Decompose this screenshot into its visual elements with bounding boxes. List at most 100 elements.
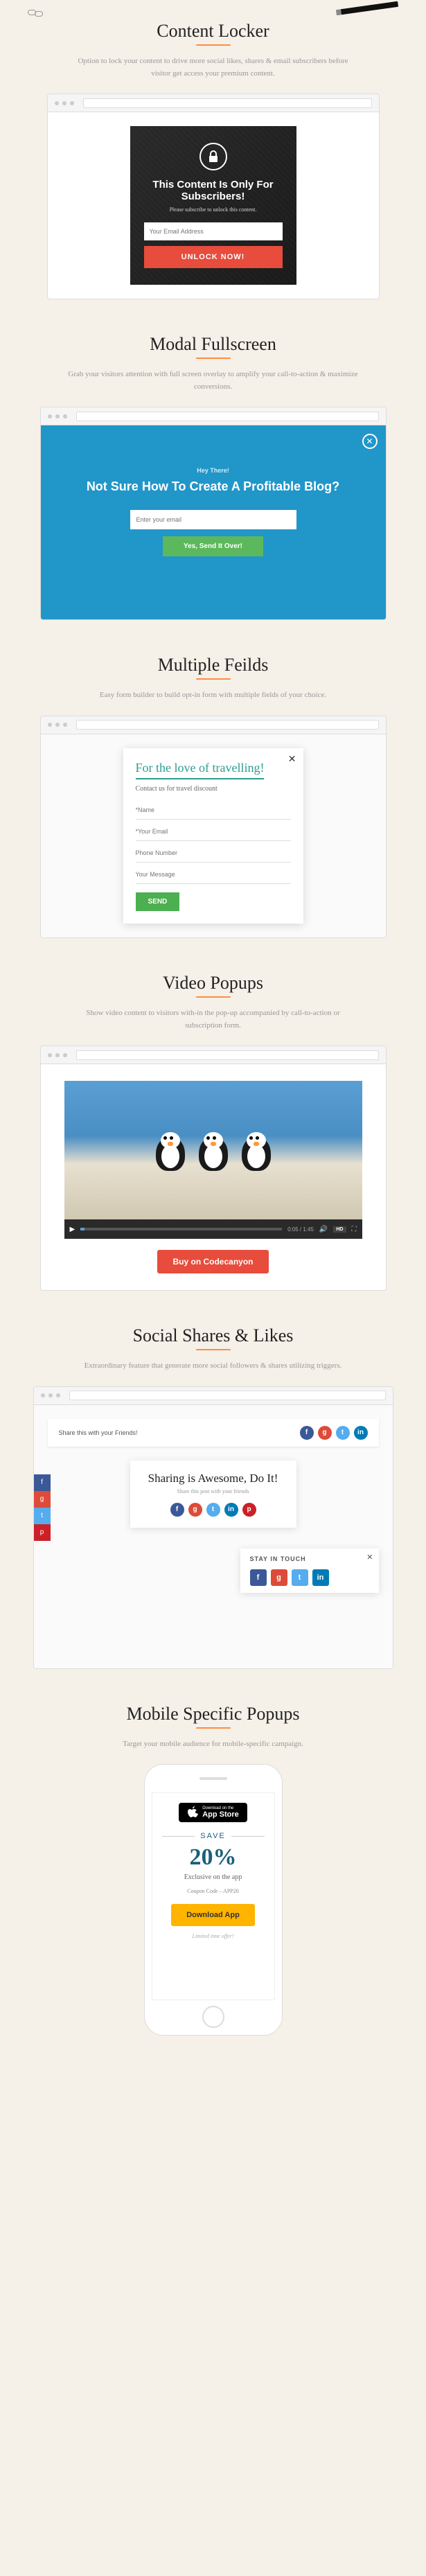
stay-title: STAY IN TOUCH: [250, 1555, 369, 1562]
download-button[interactable]: Download App: [171, 1904, 255, 1926]
email-input[interactable]: [144, 222, 283, 240]
section-title: Content Locker: [21, 21, 405, 42]
pinterest-icon[interactable]: p: [242, 1503, 256, 1517]
phone-speaker: [199, 1777, 227, 1780]
twitter-tab[interactable]: t: [34, 1508, 51, 1524]
unlock-button[interactable]: UNLOCK NOW!: [144, 246, 283, 268]
browser-mockup: ▲ ✕ For the love of travelling! Contact …: [40, 716, 387, 938]
content-locker-panel: This Content Is Only For Subscribers! Pl…: [130, 126, 296, 285]
section-title: Mobile Specific Popups: [21, 1704, 405, 1724]
facebook-tab[interactable]: f: [34, 1474, 51, 1491]
twitter-icon[interactable]: t: [206, 1503, 220, 1517]
section-description: Easy form builder to build opt-in form w…: [68, 689, 359, 702]
url-bar: [76, 1050, 379, 1060]
pinterest-tab[interactable]: p: [34, 1524, 51, 1541]
contact-form-popup: ✕ For the love of travelling! Contact us…: [123, 748, 303, 924]
share-card-subtitle: Share this post with your friends: [141, 1488, 285, 1494]
browser-mockup: ▶ 0:05 / 1:45 🔊 HD ⛶ Buy on Codecanyon: [40, 1046, 387, 1291]
url-bar: [76, 720, 379, 730]
browser-mockup: Share this with your Friends! f g t in f…: [33, 1386, 393, 1669]
discount-percentage: 20%: [162, 1844, 265, 1871]
video-time: 0:05 / 1:45: [287, 1226, 314, 1233]
pen-decoration: [336, 1, 398, 15]
browser-bar: [41, 716, 386, 734]
paper-clips-decoration: [28, 10, 48, 18]
url-bar: [69, 1391, 386, 1400]
video-controls: ▶ 0:05 / 1:45 🔊 HD ⛶: [64, 1219, 362, 1239]
fullscreen-icon[interactable]: ⛶: [352, 1226, 357, 1233]
facebook-icon[interactable]: f: [300, 1426, 314, 1440]
section-title: Video Popups: [21, 973, 405, 994]
section-description: Option to lock your content to drive mor…: [68, 55, 359, 80]
browser-mockup: ✕ Hey There! Not Sure How To Create A Pr…: [40, 407, 387, 620]
penguin-graphic: [199, 1129, 228, 1171]
title-underline: [196, 44, 231, 46]
limited-offer-text: Limited time offer!: [162, 1933, 265, 1939]
coupon-code: Coupon Code – APP20: [162, 1888, 265, 1894]
message-field[interactable]: [136, 865, 291, 884]
url-bar: [83, 98, 372, 108]
send-button[interactable]: Yes, Send It Over!: [163, 536, 263, 556]
modal-greeting: Hey There!: [62, 467, 365, 474]
section-title: Modal Fullscreen: [21, 334, 405, 355]
googleplus-icon[interactable]: g: [188, 1503, 202, 1517]
browser-bar: [34, 1387, 393, 1405]
fullscreen-modal: ✕ Hey There! Not Sure How To Create A Pr…: [41, 425, 386, 619]
linkedin-icon[interactable]: in: [312, 1569, 329, 1586]
section-description: Show video content to visitors with-in t…: [68, 1007, 359, 1032]
linkedin-icon[interactable]: in: [224, 1503, 238, 1517]
stay-in-touch-card: ✕ STAY IN TOUCH f g t in: [240, 1549, 379, 1593]
popup-title: For the love of travelling!: [136, 761, 265, 779]
linkedin-icon[interactable]: in: [354, 1426, 368, 1440]
email-field[interactable]: [136, 822, 291, 841]
progress-bar[interactable]: [80, 1228, 282, 1230]
title-underline: [196, 996, 231, 998]
popup-subtitle: Contact us for travel discount: [136, 785, 291, 793]
title-underline: [196, 1349, 231, 1350]
video-thumbnail[interactable]: [64, 1081, 362, 1219]
browser-bar: [41, 407, 386, 425]
name-field[interactable]: [136, 801, 291, 820]
play-icon[interactable]: ▶: [70, 1226, 76, 1233]
title-underline: [196, 358, 231, 359]
email-input[interactable]: [130, 510, 296, 529]
modal-headline: Not Sure How To Create A Profitable Blog…: [62, 478, 365, 495]
googleplus-icon[interactable]: g: [318, 1426, 332, 1440]
facebook-icon[interactable]: f: [170, 1503, 184, 1517]
section-title: Social Shares & Likes: [21, 1325, 405, 1346]
locker-subtitle: Please subscribe to unlock this content.: [144, 206, 283, 213]
googleplus-tab[interactable]: g: [34, 1491, 51, 1508]
hd-badge[interactable]: HD: [333, 1226, 346, 1233]
share-card: Sharing is Awesome, Do It! Share this po…: [130, 1461, 296, 1528]
phone-field[interactable]: [136, 844, 291, 863]
twitter-icon[interactable]: t: [336, 1426, 350, 1440]
buy-button[interactable]: Buy on Codecanyon: [157, 1250, 268, 1273]
side-share-tabs: f g t p: [34, 1474, 51, 1541]
save-label: SAVE: [200, 1832, 226, 1840]
close-icon[interactable]: ✕: [362, 434, 378, 449]
locker-title: This Content Is Only For Subscribers!: [144, 179, 283, 202]
section-description: Target your mobile audience for mobile-s…: [68, 1738, 359, 1751]
video-player: ▶ 0:05 / 1:45 🔊 HD ⛶: [64, 1081, 362, 1239]
apple-icon: [187, 1806, 198, 1819]
close-icon[interactable]: ✕: [366, 1553, 373, 1562]
share-card-title: Sharing is Awesome, Do It!: [141, 1472, 285, 1485]
section-title: Multiple Feilds: [21, 655, 405, 676]
send-button[interactable]: SEND: [136, 892, 180, 911]
exclusive-text: Exclusive on the app: [162, 1873, 265, 1881]
url-bar: [76, 412, 379, 421]
phone-screen: Download on the App Store SAVE 20% Exclu…: [152, 1792, 275, 2000]
browser-bar: [48, 94, 379, 112]
close-icon[interactable]: ✕: [288, 754, 296, 766]
appstore-big-text: App Store: [202, 1810, 239, 1819]
title-underline: [196, 678, 231, 680]
appstore-button[interactable]: Download on the App Store: [179, 1803, 247, 1822]
volume-icon[interactable]: 🔊: [319, 1226, 328, 1233]
section-description: Extraordinary feature that generate more…: [68, 1360, 359, 1373]
home-button[interactable]: [202, 2006, 224, 2028]
twitter-icon[interactable]: t: [292, 1569, 308, 1586]
googleplus-icon[interactable]: g: [271, 1569, 287, 1586]
section-description: Grab your visitors attention with full s…: [68, 369, 359, 393]
lock-icon: [199, 143, 227, 170]
facebook-icon[interactable]: f: [250, 1569, 267, 1586]
